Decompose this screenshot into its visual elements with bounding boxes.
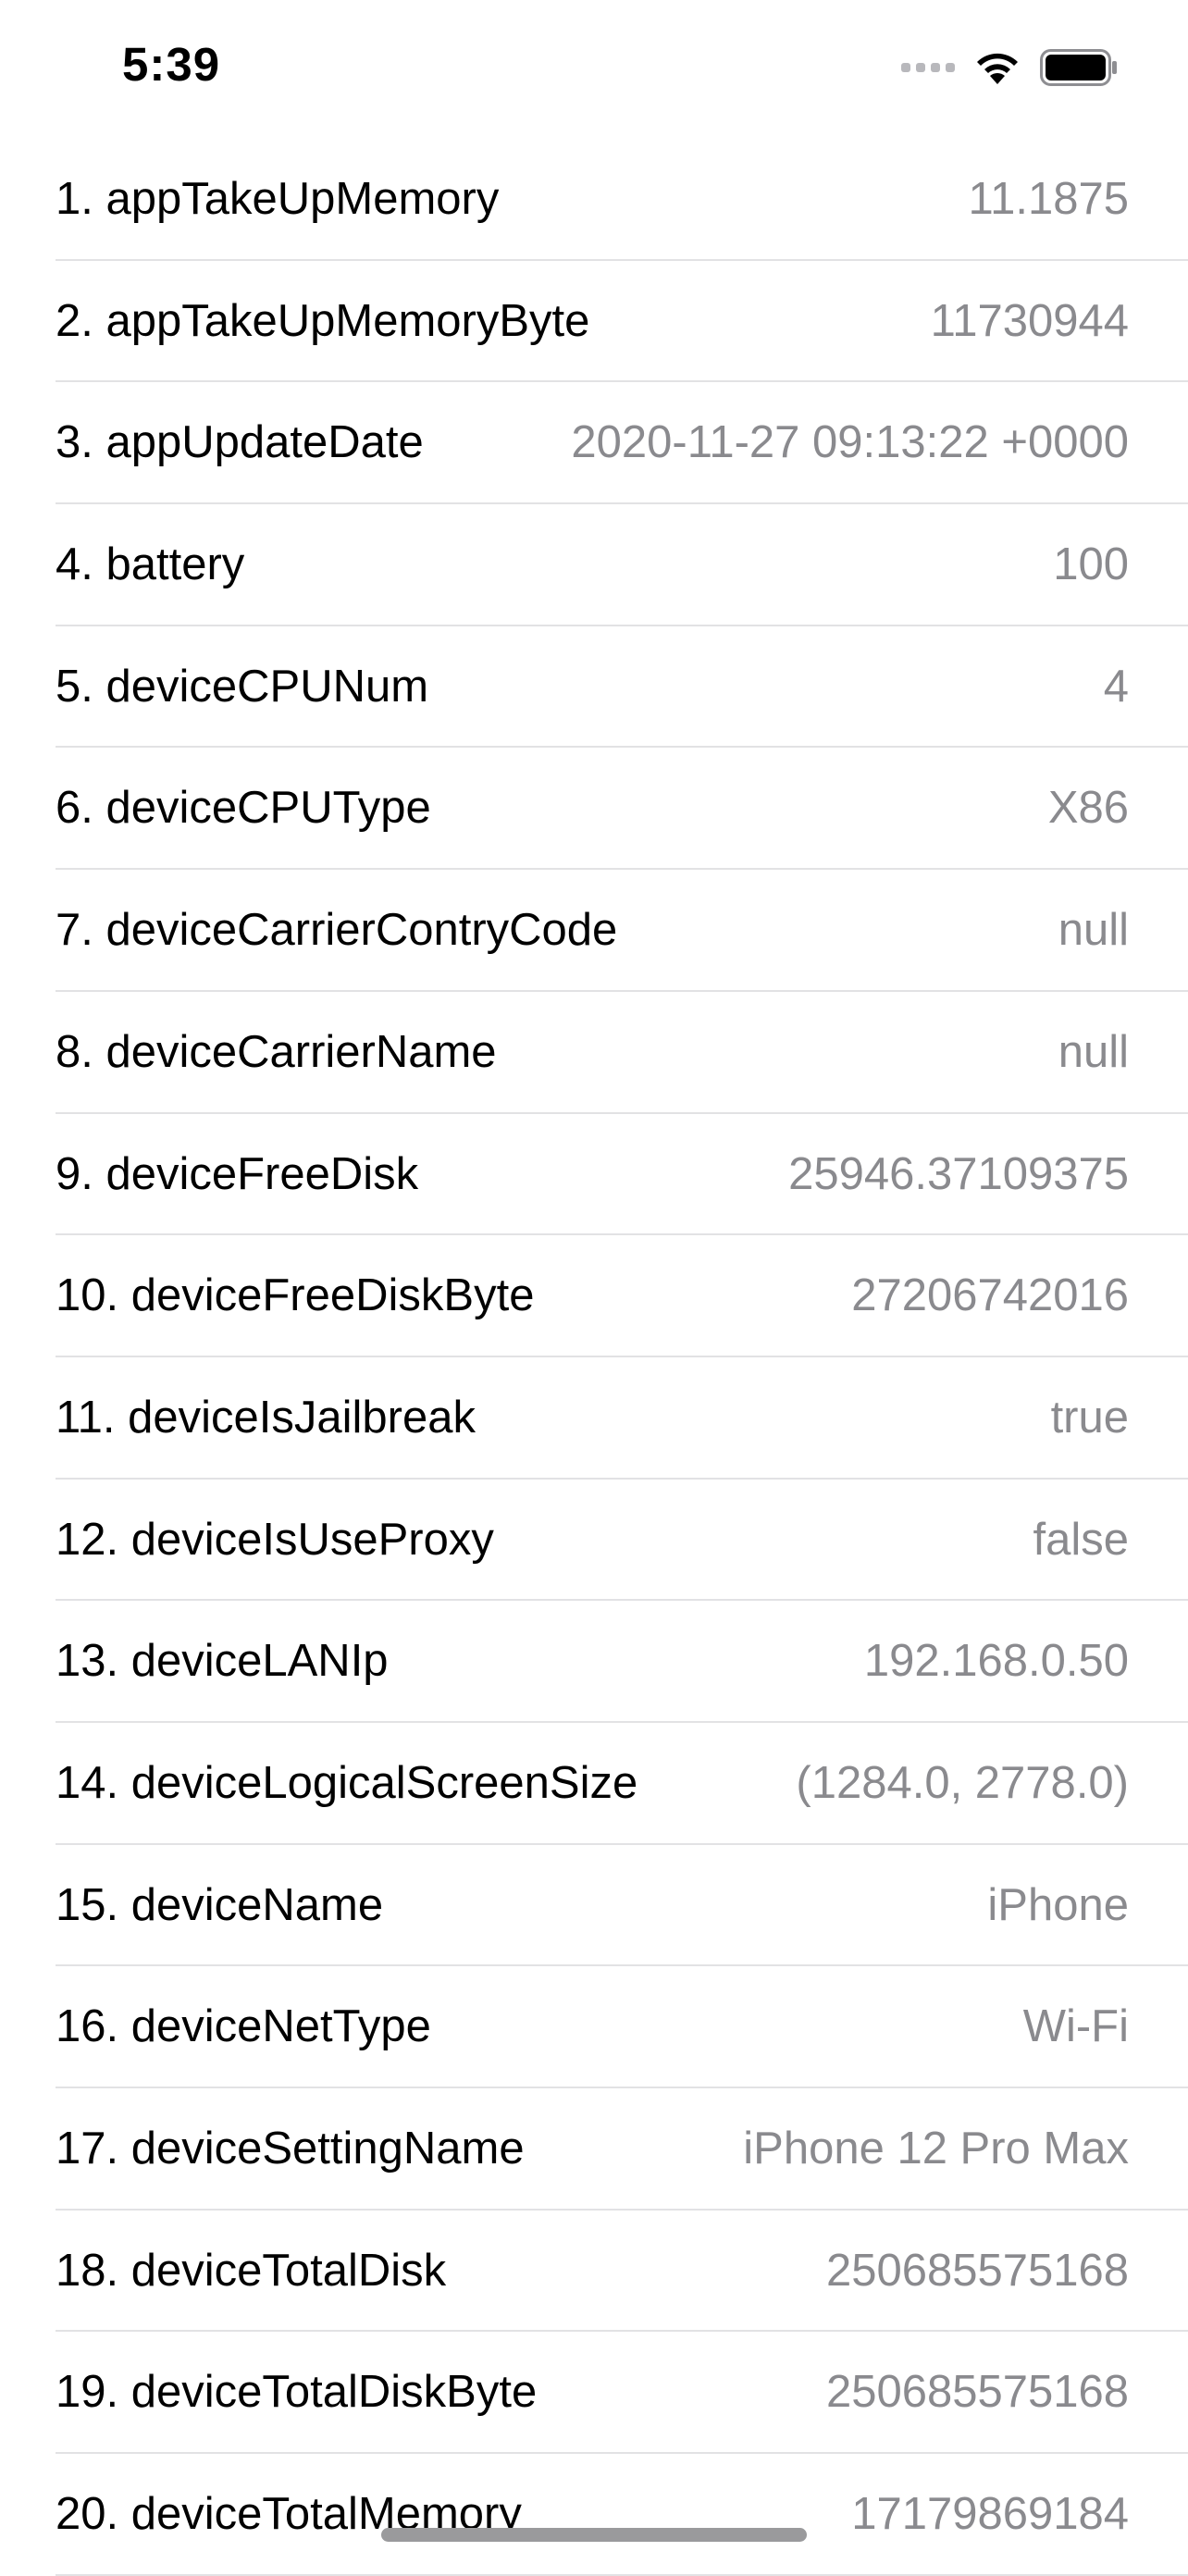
list-item-label: 18. deviceTotalDisk — [56, 2245, 447, 2296]
list-item[interactable]: 20. deviceTotalMemory 17179869184 — [56, 2454, 1188, 2576]
list-item[interactable]: 11. deviceIsJailbreak true — [56, 1357, 1188, 1480]
list-item[interactable]: 8. deviceCarrierName null — [56, 992, 1188, 1114]
list-item[interactable]: 19. deviceTotalDiskByte 250685575168 — [56, 2332, 1188, 2455]
list-item[interactable]: 1. appTakeUpMemory 11.1875 — [56, 139, 1188, 261]
wifi-icon — [977, 53, 1018, 84]
list-item[interactable]: 7. deviceCarrierContryCode null — [56, 870, 1188, 992]
list-item-label: 13. deviceLANIp — [56, 1636, 389, 1687]
list-item-label: 2. appTakeUpMemoryByte — [56, 295, 590, 346]
list-item-value: 100 — [1053, 539, 1129, 590]
list-item-label: 8. deviceCarrierName — [56, 1026, 497, 1077]
list-item-value: true — [1050, 1392, 1129, 1443]
list-item-value: Wi-Fi — [1022, 2001, 1129, 2052]
list-item-value: (1284.0, 2778.0) — [796, 1757, 1129, 1808]
list-item[interactable]: 17. deviceSettingName iPhone 12 Pro Max — [56, 2088, 1188, 2211]
list-item[interactable]: 9. deviceFreeDisk 25946.37109375 — [56, 1114, 1188, 1236]
list-item[interactable]: 12. deviceIsUseProxy false — [56, 1480, 1188, 1602]
list-item[interactable]: 10. deviceFreeDiskByte 27206742016 — [56, 1235, 1188, 1357]
status-time: 5:39 — [122, 38, 221, 91]
list-item-label: 19. deviceTotalDiskByte — [56, 2367, 538, 2418]
list-item-label: 5. deviceCPUNum — [56, 661, 429, 712]
list-item-value: 250685575168 — [825, 2367, 1129, 2418]
list-item-label: 10. deviceFreeDiskByte — [56, 1270, 535, 1321]
list-item-value: iPhone 12 Pro Max — [743, 2124, 1129, 2174]
list-item-label: 17. deviceSettingName — [56, 2124, 525, 2174]
list-item-value: 11.1875 — [968, 174, 1130, 224]
home-indicator[interactable] — [381, 2528, 807, 2542]
list-item[interactable]: 13. deviceLANIp 192.168.0.50 — [56, 1601, 1188, 1723]
list-item[interactable]: 15. deviceName iPhone — [56, 1845, 1188, 1967]
status-icons — [901, 44, 1118, 91]
list-item-value: 17179869184 — [851, 2489, 1129, 2540]
list-item-value: 2020-11-27 09:13:22 +0000 — [571, 417, 1129, 468]
list-item-label: 16. deviceNetType — [56, 2001, 431, 2052]
list-item-label: 12. deviceIsUseProxy — [56, 1514, 494, 1565]
list-item[interactable]: 6. deviceCPUType X86 — [56, 748, 1188, 871]
list-item-label: 11. deviceIsJailbreak — [56, 1392, 476, 1443]
list-item-label: 20. deviceTotalMemory — [56, 2489, 522, 2540]
list-item-value: null — [1058, 1026, 1129, 1077]
list-item-label: 15. deviceName — [56, 1879, 384, 1930]
list-item-value: null — [1058, 905, 1129, 956]
list-item-label: 4. battery — [56, 539, 245, 590]
list-item[interactable]: 18. deviceTotalDisk 250685575168 — [56, 2211, 1188, 2333]
list-item[interactable]: 5. deviceCPUNum 4 — [56, 626, 1188, 749]
list-item-label: 14. deviceLogicalScreenSize — [56, 1757, 638, 1808]
list-item-label: 3. appUpdateDate — [56, 417, 424, 468]
list-item[interactable]: 2. appTakeUpMemoryByte 11730944 — [56, 261, 1188, 383]
list-item-value: X86 — [1047, 783, 1129, 834]
list-item-label: 9. deviceFreeDisk — [56, 1148, 419, 1199]
list-item[interactable]: 14. deviceLogicalScreenSize (1284.0, 2778… — [56, 1723, 1188, 1845]
list-item-value: 4 — [1103, 661, 1129, 712]
list-item-value: 27206742016 — [851, 1270, 1129, 1321]
battery-icon — [1040, 49, 1117, 86]
list-item-value: false — [1033, 1514, 1129, 1565]
list-item-label: 1. appTakeUpMemory — [56, 174, 500, 224]
cellular-signal-icon — [901, 63, 955, 72]
list-item[interactable]: 4. battery 100 — [56, 504, 1188, 626]
list-item-value: iPhone — [987, 1879, 1129, 1930]
list-item[interactable]: 16. deviceNetType Wi-Fi — [56, 1966, 1188, 2088]
list-item-value: 25946.37109375 — [788, 1148, 1129, 1199]
list-item-value: 11730944 — [930, 295, 1129, 346]
list-item-value: 250685575168 — [825, 2245, 1129, 2296]
info-list[interactable]: 1. appTakeUpMemory 11.1875 2. appTakeUpMem… — [56, 139, 1188, 2576]
list-item-label: 6. deviceCPUType — [56, 783, 431, 834]
list-item-label: 7. deviceCarrierContryCode — [56, 905, 618, 956]
list-item-value: 192.168.0.50 — [863, 1636, 1129, 1687]
list-item[interactable]: 3. appUpdateDate 2020-11-27 09:13:22 +000… — [56, 382, 1188, 505]
status-bar: 5:39 — [0, 0, 1188, 139]
